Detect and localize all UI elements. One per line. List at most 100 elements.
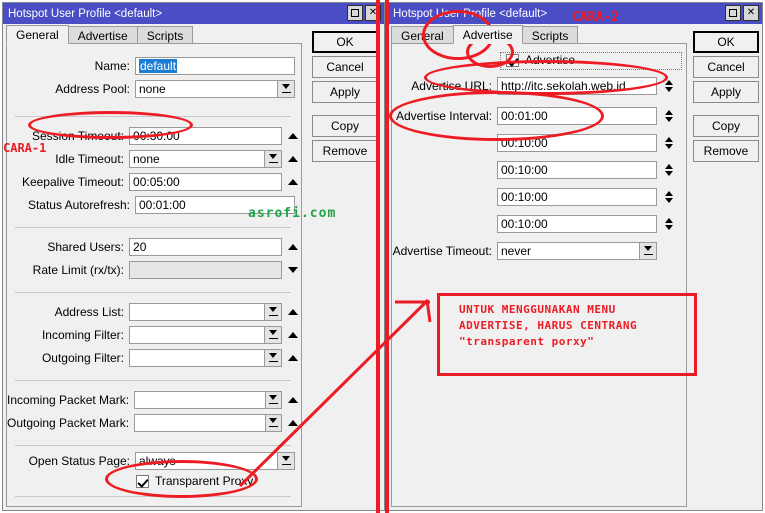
field-row-idle-timeout: Idle Timeout: none — [7, 149, 299, 168]
idle-timeout-spinner-icon[interactable] — [287, 150, 299, 168]
name-input[interactable]: default — [135, 56, 295, 75]
outgoing-filter-input[interactable] — [129, 348, 266, 367]
incoming-filter-spinner-icon[interactable] — [287, 326, 299, 344]
field-row-outgoing-filter: Outgoing Filter: — [7, 348, 299, 367]
left-button-column: OK Cancel Apply Copy Remove — [312, 31, 378, 165]
field-row-address-list: Address List: — [7, 302, 299, 321]
cancel-button[interactable]: Cancel — [693, 56, 759, 78]
ok-button[interactable]: OK — [312, 31, 378, 53]
annotation-divider-line-1 — [376, 0, 380, 513]
advertise-interval-input-3[interactable]: 00:10:00 — [497, 160, 657, 179]
open-status-page-dropdown-icon[interactable] — [278, 451, 295, 470]
advertise-interval-value-3: 00:10:00 — [501, 162, 548, 177]
incoming-filter-input[interactable] — [129, 325, 266, 344]
field-row-rate-limit: Rate Limit (rx/tx): — [7, 260, 299, 279]
advertise-interval-input-5[interactable]: 00:10:00 — [497, 214, 657, 233]
keepalive-timeout-input[interactable]: 00:05:00 — [129, 172, 282, 191]
session-timeout-spinner-icon[interactable] — [287, 127, 299, 145]
annotation-ellipse-session-timeout — [28, 111, 193, 139]
advertise-interval-spinner-icon-3[interactable] — [662, 161, 675, 179]
incoming-packet-mark-spinner-icon[interactable] — [287, 391, 299, 409]
tab-advertise-label: Advertise — [462, 27, 513, 42]
right-button-column: OK Cancel Apply Copy Remove — [693, 31, 759, 165]
advertise-interval-spinner-icon-4[interactable] — [662, 188, 675, 206]
rate-limit-input[interactable] — [129, 260, 282, 279]
divider-3 — [15, 292, 291, 293]
copy-button[interactable]: Copy — [312, 115, 378, 137]
advertise-interval-value-4: 00:10:00 — [501, 189, 548, 204]
label-keepalive-timeout: Keepalive Timeout: — [21, 174, 125, 189]
label-address-list: Address List: — [54, 304, 124, 319]
close-icon[interactable]: ✕ — [743, 5, 759, 21]
rate-limit-spinner-icon[interactable] — [287, 261, 299, 279]
advertise-interval-spinner-icon-5[interactable] — [662, 215, 675, 233]
outgoing-packet-mark-input[interactable] — [134, 413, 267, 432]
outgoing-packet-mark-dropdown-icon[interactable] — [266, 413, 283, 432]
field-row-advertise-timeout: Advertise Timeout: never — [392, 241, 684, 260]
address-list-spinner-icon[interactable] — [287, 303, 299, 321]
advertise-timeout-dropdown-icon[interactable] — [640, 241, 657, 260]
remove-button-label: Remove — [322, 144, 368, 158]
maximize-icon[interactable] — [725, 5, 741, 21]
address-pool-input[interactable]: none — [135, 79, 278, 98]
outgoing-filter-spinner-icon[interactable] — [287, 349, 299, 367]
annotation-ellipse-transparent-proxy — [105, 460, 258, 498]
address-list-dropdown-icon[interactable] — [265, 302, 282, 321]
apply-button-label: Apply — [329, 85, 361, 99]
address-pool-value: none — [139, 81, 166, 96]
maximize-icon[interactable] — [347, 5, 363, 21]
advertise-timeout-input[interactable]: never — [497, 241, 640, 260]
cancel-button-label: Cancel — [326, 60, 364, 74]
address-pool-dropdown-icon[interactable] — [278, 79, 295, 98]
field-row-advertise-interval-4: 00:10:00 — [392, 187, 684, 206]
copy-button[interactable]: Copy — [693, 115, 759, 137]
incoming-filter-dropdown-icon[interactable] — [265, 325, 282, 344]
tab-general-label: General — [16, 27, 59, 42]
apply-button[interactable]: Apply — [312, 81, 378, 103]
incoming-packet-mark-dropdown-icon[interactable] — [266, 390, 283, 409]
field-row-outgoing-packet-mark: Outgoing Packet Mark: — [7, 413, 299, 432]
shared-users-spinner-icon[interactable] — [287, 238, 299, 256]
advertise-interval-input-4[interactable]: 00:10:00 — [497, 187, 657, 206]
ok-button-label: OK — [336, 35, 354, 49]
idle-timeout-input[interactable]: none — [129, 149, 266, 168]
advertise-interval-spinner-icon-1[interactable] — [662, 107, 675, 125]
label-address-pool: Address Pool: — [55, 81, 130, 96]
apply-button[interactable]: Apply — [693, 81, 759, 103]
shared-users-input[interactable]: 20 — [129, 237, 282, 256]
tab-general[interactable]: General — [6, 25, 69, 44]
field-row-address-pool: Address Pool: none — [7, 79, 299, 98]
screenshot-root: Hotspot User Profile <default> ✕ General… — [0, 0, 765, 513]
tab-scripts[interactable]: Scripts — [521, 26, 579, 44]
label-advertise-timeout: Advertise Timeout: — [392, 243, 492, 258]
label-outgoing-packet-mark: Outgoing Packet Mark: — [7, 415, 130, 430]
idle-timeout-value: none — [133, 151, 160, 166]
keepalive-timeout-spinner-icon[interactable] — [287, 173, 299, 191]
tab-advertise[interactable]: Advertise — [67, 26, 138, 44]
outgoing-filter-dropdown-icon[interactable] — [265, 348, 282, 367]
remove-button[interactable]: Remove — [312, 140, 378, 162]
advertise-interval-spinner-icon-2[interactable] — [662, 134, 675, 152]
tab-scripts-label: Scripts — [146, 28, 184, 43]
divider-4 — [15, 380, 291, 381]
divider-2 — [15, 227, 291, 228]
label-outgoing-filter: Outgoing Filter: — [41, 350, 124, 365]
tab-advertise-label: Advertise — [77, 28, 128, 43]
cancel-button[interactable]: Cancel — [312, 56, 378, 78]
field-row-keepalive-timeout: Keepalive Timeout: 00:05:00 — [7, 172, 299, 191]
label-incoming-packet-mark: Incoming Packet Mark: — [7, 392, 130, 407]
advertise-timeout-value: never — [501, 243, 532, 258]
left-window-titlebar[interactable]: Hotspot User Profile <default> ✕ — [3, 3, 384, 24]
divider-5 — [15, 445, 291, 446]
annotation-note-line-2: ADVERTISE, HARUS CENTRANG — [459, 319, 638, 332]
idle-timeout-dropdown-icon[interactable] — [265, 149, 282, 168]
tab-scripts[interactable]: Scripts — [136, 26, 194, 44]
label-shared-users: Shared Users: — [47, 239, 125, 254]
tab-advertise[interactable]: Advertise — [452, 25, 523, 44]
annotation-cara-2: CARA-2 — [572, 10, 619, 25]
outgoing-packet-mark-spinner-icon[interactable] — [287, 414, 299, 432]
incoming-packet-mark-input[interactable] — [134, 390, 267, 409]
remove-button[interactable]: Remove — [693, 140, 759, 162]
address-list-input[interactable] — [129, 302, 266, 321]
ok-button[interactable]: OK — [693, 31, 759, 53]
